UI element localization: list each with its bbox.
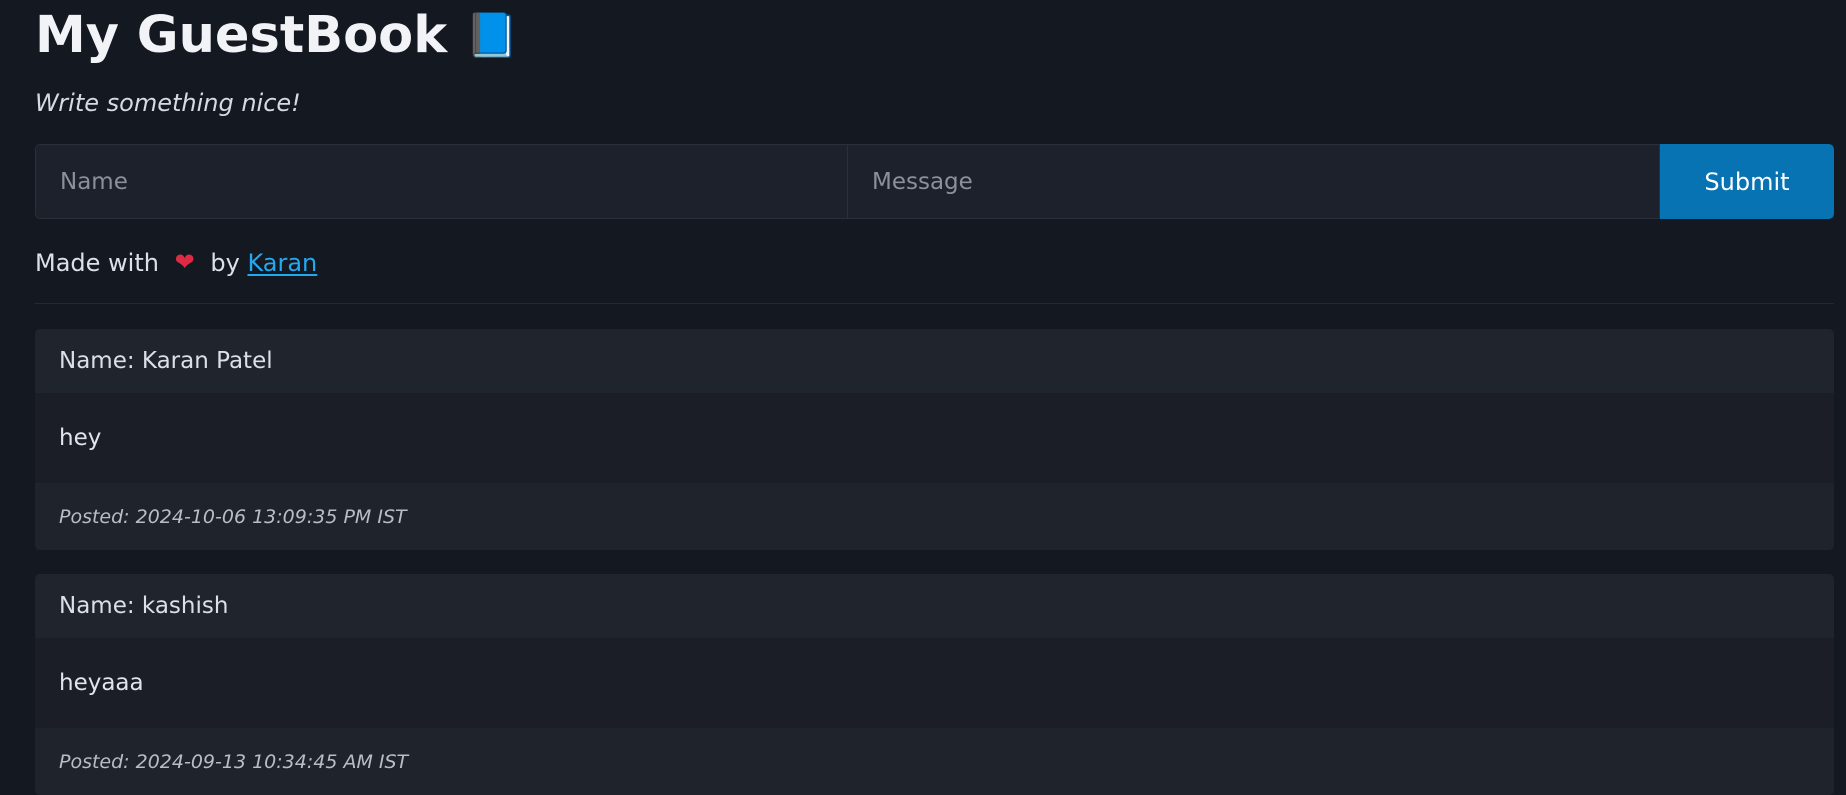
- guestbook-entry: Name: kashish heyaaa Posted: 2024-09-13 …: [35, 574, 1834, 795]
- guestbook-entry: Name: Karan Patel hey Posted: 2024-10-06…: [35, 329, 1834, 550]
- entry-posted-time: Posted: 2024-10-06 13:09:35 PM IST: [35, 483, 1834, 550]
- divider: [35, 303, 1834, 304]
- entry-name: Name: Karan Patel: [35, 329, 1834, 393]
- submit-button[interactable]: Submit: [1660, 144, 1834, 219]
- book-icon: 📘: [465, 11, 519, 61]
- made-with-label: Made with: [35, 249, 159, 277]
- page-title-text: My GuestBook: [35, 6, 448, 65]
- entry-name: Name: kashish: [35, 574, 1834, 638]
- guestbook-page: My GuestBook 📘 Write something nice! Subm…: [0, 0, 1846, 795]
- entry-message: heyaaa: [35, 638, 1834, 728]
- message-input[interactable]: [848, 144, 1660, 219]
- guestbook-form: Submit: [35, 144, 1834, 219]
- name-input[interactable]: [35, 144, 848, 219]
- entry-message: hey: [35, 393, 1834, 483]
- author-link[interactable]: Karan: [247, 249, 317, 277]
- page-subtitle: Write something nice!: [35, 89, 301, 117]
- entry-posted-time: Posted: 2024-09-13 10:34:45 AM IST: [35, 728, 1834, 795]
- made-with-credit: Made with ❤ by Karan: [35, 247, 317, 279]
- heart-icon: ❤: [174, 248, 195, 276]
- page-title: My GuestBook 📘: [35, 0, 519, 72]
- by-label: by: [210, 249, 240, 277]
